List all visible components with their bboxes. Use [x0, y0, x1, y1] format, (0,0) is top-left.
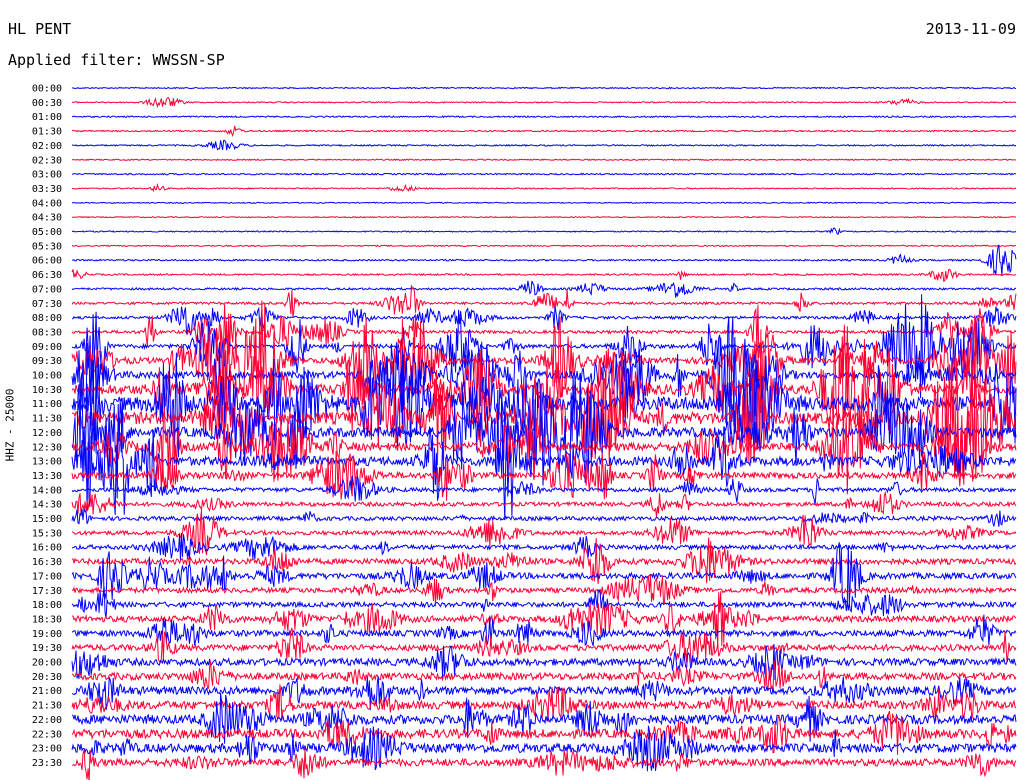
- row-time-label: 08:00: [32, 313, 62, 324]
- row-time-label: 03:30: [32, 184, 62, 195]
- row-time-label: 23:30: [32, 758, 62, 769]
- row-time-label: 22:30: [32, 729, 62, 740]
- trace-row-0300: [71, 172, 1017, 176]
- row-time-label: 02:00: [32, 141, 62, 152]
- trace-row-0430: [71, 216, 1017, 219]
- row-time-label: 06:00: [32, 256, 62, 267]
- trace-row-0000: [71, 86, 1017, 90]
- row-time-label: 00:00: [32, 84, 62, 95]
- row-time-label: 19:30: [32, 643, 62, 654]
- trace-row-1400: [71, 475, 1017, 505]
- row-time-label: 05:30: [32, 241, 62, 252]
- row-time-label: 13:00: [32, 457, 62, 468]
- trace-row-0730: [71, 285, 1017, 318]
- trace-row-2330: [71, 747, 1017, 780]
- row-time-label: 11:30: [32, 414, 62, 425]
- row-time-label: 13:30: [32, 471, 62, 482]
- trace-row-0330: [71, 182, 1017, 193]
- row-time-label: 21:30: [32, 701, 62, 712]
- row-time-label: 09:00: [32, 342, 62, 353]
- row-time-label: 15:30: [32, 528, 62, 539]
- row-time-label: 17:30: [32, 586, 62, 597]
- row-time-label: 12:30: [32, 442, 62, 453]
- trace-row-0530: [71, 244, 1017, 248]
- row-time-label: 20:30: [32, 672, 62, 683]
- row-time-label: 14:00: [32, 485, 62, 496]
- trace-row-1430: [71, 490, 1017, 518]
- trace-row-0600: [71, 244, 1017, 276]
- row-time-label: 17:00: [32, 571, 62, 582]
- row-time-label: 18:30: [32, 614, 62, 625]
- row-time-label: 02:30: [32, 155, 62, 166]
- row-time-label: 12:00: [32, 428, 62, 439]
- row-time-label: 10:30: [32, 385, 62, 396]
- row-time-label: 05:00: [32, 227, 62, 238]
- helicorder-plot: 00:00 00:30 01:00 01:30 02:00 02:30 03:00 03:30…: [32, 84, 1017, 780]
- row-time-label: 08:30: [32, 327, 62, 338]
- row-time-label: 21:00: [32, 686, 62, 697]
- row-time-label: 11:00: [32, 399, 62, 410]
- trace-row-0400: [71, 201, 1016, 204]
- row-time-label: 01:30: [32, 127, 62, 138]
- row-time-label: 16:30: [32, 557, 62, 568]
- trace-row-0130: [72, 125, 1017, 137]
- row-time-label: 22:00: [32, 715, 62, 726]
- row-time-label: 07:30: [32, 299, 62, 310]
- trace-row-1700: [71, 542, 1017, 607]
- row-time-label: 04:30: [32, 213, 62, 224]
- row-time-label: 18:00: [32, 600, 62, 611]
- row-time-label: 23:00: [32, 744, 62, 755]
- trace-row-0230: [71, 158, 1017, 162]
- trace-row-0630: [71, 268, 1017, 282]
- trace-row-0500: [71, 227, 1017, 235]
- row-time-label: 14:30: [32, 500, 62, 511]
- row-time-label: 16:00: [32, 543, 62, 554]
- row-time-label: 03:00: [32, 170, 62, 181]
- row-time-label: 15:00: [32, 514, 62, 525]
- row-time-label: 20:00: [32, 658, 62, 669]
- row-time-label: 00:30: [32, 98, 62, 109]
- trace-row-1830: [71, 591, 1017, 649]
- row-time-label: 09:30: [32, 356, 62, 367]
- row-time-label: 06:30: [32, 270, 62, 281]
- trace-row-0030: [71, 97, 1017, 109]
- trace-row-1730: [71, 574, 1017, 607]
- trace-row-1600: [71, 533, 1017, 561]
- row-time-label: 04:00: [32, 198, 62, 209]
- row-time-label: 19:00: [32, 629, 62, 640]
- trace-row-0200: [71, 139, 1017, 151]
- trace-row-0100: [71, 115, 1017, 119]
- row-time-label: 10:00: [32, 371, 62, 382]
- row-time-label: 07:00: [32, 284, 62, 295]
- row-time-label: 01:00: [32, 112, 62, 123]
